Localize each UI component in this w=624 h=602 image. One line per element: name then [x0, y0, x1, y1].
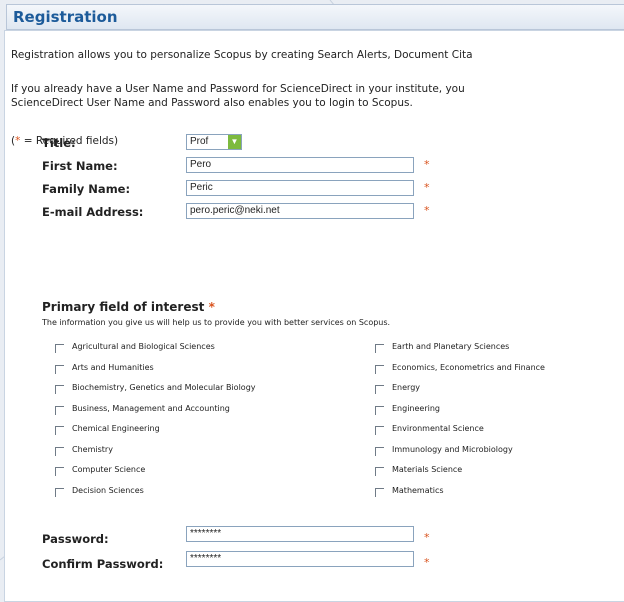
- password-label: Password:: [42, 532, 109, 546]
- interest-option-label: Economics, Econometrics and Finance: [392, 362, 545, 372]
- interest-checkbox[interactable]: [375, 487, 384, 497]
- interest-checkbox[interactable]: [375, 385, 384, 394]
- email-label: E-mail Address:: [42, 205, 144, 219]
- interest-checkbox[interactable]: [55, 446, 64, 456]
- interest-option-label: Biochemistry, Genetics and Molecular Bio…: [72, 383, 256, 392]
- interest-option-label: Business, Management and Accounting: [72, 403, 230, 413]
- interest-option-label: Arts and Humanities: [72, 362, 154, 372]
- interest-option-label: Decision Sciences: [72, 485, 144, 495]
- interest-option-label: Chemistry: [72, 444, 113, 454]
- required-marker: *: [424, 204, 430, 217]
- interest-option-label: Engineering: [392, 403, 440, 413]
- confirm-password-field[interactable]: ********: [186, 551, 414, 567]
- interest-checkbox[interactable]: [55, 487, 64, 497]
- first-name-field[interactable]: Pero: [186, 157, 414, 173]
- family-name-field[interactable]: Peric: [186, 180, 414, 196]
- registration-content: Registration allows you to personalize S…: [4, 30, 624, 602]
- interest-option-label: Immunology and Microbiology: [392, 444, 513, 454]
- intro-text-2: If you already have a User Name and Pass…: [11, 83, 465, 95]
- interest-option-label: Chemical Engineering: [72, 424, 160, 433]
- required-marker: *: [424, 556, 430, 569]
- page-title: Registration: [7, 5, 624, 30]
- interest-checkbox[interactable]: [375, 364, 384, 374]
- title-select[interactable]: Prof ▼: [186, 134, 242, 150]
- interest-checkbox[interactable]: [55, 364, 64, 374]
- interest-option-label: Environmental Science: [392, 424, 484, 433]
- interest-checkbox[interactable]: [55, 385, 64, 394]
- interest-checkbox[interactable]: [375, 344, 384, 353]
- email-field[interactable]: pero.peric@neki.net: [186, 203, 414, 219]
- interest-option-label: Energy: [392, 383, 421, 392]
- interest-option-label: Agricultural and Biological Sciences: [72, 342, 215, 351]
- interest-checkbox[interactable]: [55, 426, 64, 435]
- password-field[interactable]: ********: [186, 526, 414, 542]
- required-star: *: [208, 300, 215, 314]
- interest-checkbox[interactable]: [375, 467, 384, 476]
- intro-text-1: Registration allows you to personalize S…: [11, 49, 473, 61]
- chevron-down-icon[interactable]: ▼: [228, 135, 241, 149]
- first-name-label: First Name:: [42, 159, 118, 173]
- interest-option-label: Materials Science: [392, 465, 463, 474]
- interest-option-label: Mathematics: [392, 485, 444, 495]
- intro-text-3: ScienceDirect User Name and Password als…: [11, 97, 413, 109]
- title-select-value: Prof: [190, 136, 209, 147]
- title-label: Title:: [42, 136, 76, 150]
- interest-checkbox[interactable]: [375, 446, 384, 456]
- family-name-label: Family Name:: [42, 182, 131, 196]
- interest-checkbox[interactable]: [55, 405, 64, 415]
- interest-checkbox[interactable]: [55, 344, 64, 353]
- interest-checkbox[interactable]: [55, 467, 64, 476]
- required-marker: *: [424, 181, 430, 194]
- interest-checkbox[interactable]: [375, 426, 384, 435]
- interest-note: The information you give us will help us…: [42, 318, 391, 327]
- interest-option-label: Computer Science: [72, 465, 146, 474]
- confirm-password-label: Confirm Password:: [42, 557, 164, 571]
- interest-checkbox[interactable]: [375, 405, 384, 415]
- required-marker: *: [424, 531, 430, 544]
- interest-title: Primary field of interest *: [42, 300, 215, 314]
- required-marker: *: [424, 158, 430, 171]
- interest-option-label: Earth and Planetary Sciences: [392, 342, 510, 351]
